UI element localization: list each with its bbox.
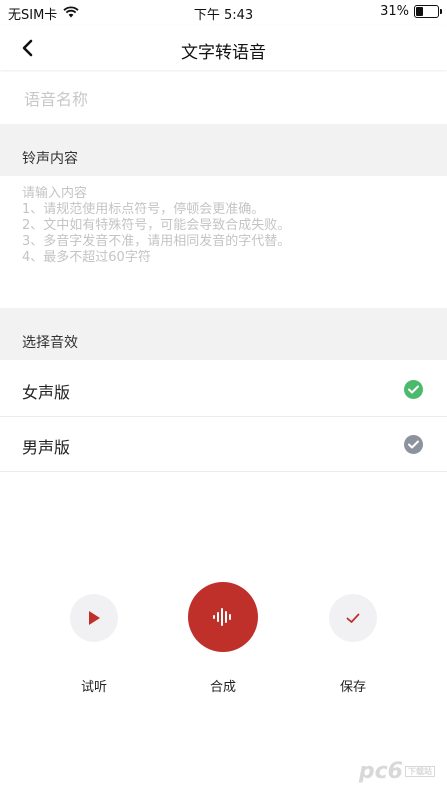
check-unselected-icon — [404, 435, 423, 454]
option-female-voice[interactable]: 女声版 — [0, 362, 447, 417]
ringtone-section-header: 铃声内容 — [0, 124, 447, 176]
ringtone-section-title: 铃声内容 — [22, 151, 78, 167]
synthesize-button[interactable] — [188, 582, 258, 652]
listen-label: 试听 — [80, 680, 107, 695]
ringtone-content-area — [0, 176, 447, 308]
listen-action: 试听 — [54, 594, 134, 695]
watermark-logo: pc6 下载站 — [359, 759, 435, 784]
save-button[interactable] — [329, 594, 377, 642]
check-selected-icon — [404, 380, 423, 399]
synthesize-action: 合成 — [183, 582, 263, 695]
watermark-text: pc6 — [358, 759, 403, 784]
page-title: 文字转语音 — [181, 43, 266, 63]
effect-section-header: 选择音效 — [0, 308, 447, 360]
status-right: 31% — [380, 4, 442, 19]
listen-button[interactable] — [70, 594, 118, 642]
effect-section-title: 选择音效 — [22, 335, 78, 351]
option-male-voice[interactable]: 男声版 — [0, 417, 447, 472]
checkmark-icon — [346, 613, 360, 623]
save-label: 保存 — [339, 680, 366, 695]
save-action: 保存 — [313, 594, 393, 695]
option-label: 女声版 — [22, 383, 71, 402]
battery-fill — [416, 7, 423, 16]
play-icon — [89, 611, 100, 625]
synthesize-label: 合成 — [209, 680, 236, 695]
voice-name-row — [0, 72, 447, 124]
option-label: 男声版 — [22, 438, 71, 457]
ringtone-content-input[interactable] — [22, 186, 432, 296]
voice-name-input[interactable] — [22, 84, 426, 114]
battery-icon — [414, 5, 442, 18]
nav-bar: 文字转语音 — [0, 26, 447, 70]
watermark-tag: 下载站 — [405, 766, 435, 777]
status-bar: 无SIM卡 下午 5:43 31% — [0, 0, 447, 24]
sound-wave-icon — [213, 608, 231, 626]
battery-percent: 31% — [380, 4, 409, 19]
